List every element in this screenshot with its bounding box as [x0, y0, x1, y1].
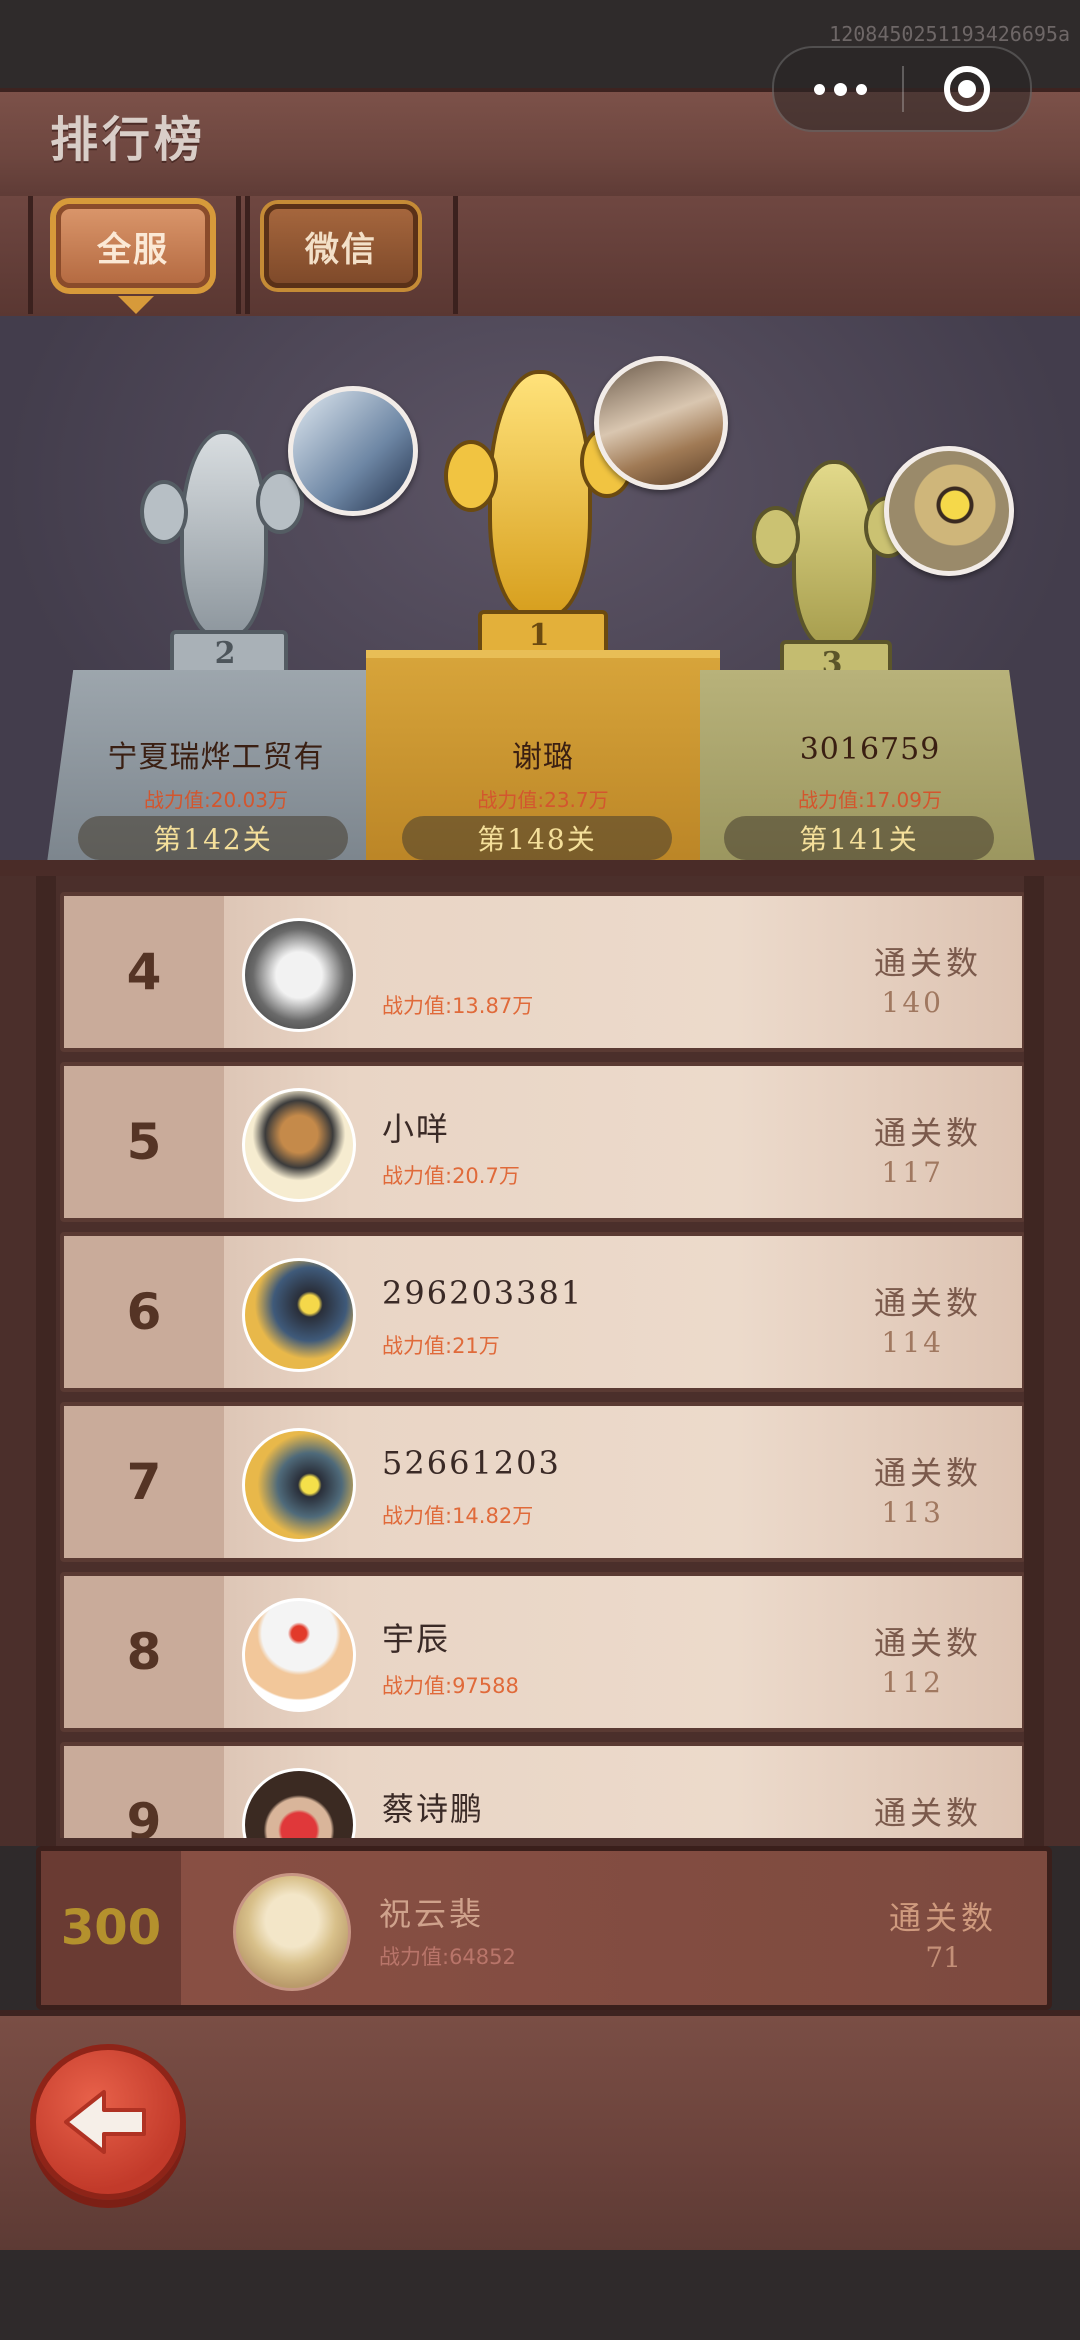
rank-number: 7 [64, 1406, 224, 1558]
my-power: 战力值:64852 [379, 1945, 516, 1969]
avatar-gold[interactable] [594, 356, 728, 490]
clear-count-value: 114 [881, 1326, 944, 1359]
player-power: 战力值:20.7万 [382, 1164, 520, 1188]
medic-helmet-icon[interactable] [242, 1598, 356, 1712]
list-rail [36, 876, 56, 1846]
list-item[interactable]: 9 蔡诗鹏 通关数 [60, 1742, 1024, 1838]
cartoon-fish-icon[interactable] [242, 1258, 356, 1372]
gold-player-name: 谢璐 [512, 740, 574, 775]
player-name: 296203381 [382, 1274, 584, 1312]
clear-count-value: 117 [881, 1156, 944, 1189]
player-power: 战力值:14.82万 [382, 1504, 534, 1528]
miniprogram-capsule [772, 46, 1032, 132]
list-item[interactable]: 6 296203381 战力值:21万 通关数 114 [60, 1232, 1024, 1392]
list-item[interactable]: 8 宇辰 战力值:97588 通关数 112 [60, 1572, 1024, 1732]
page-title: 排行榜 [50, 112, 207, 168]
rank-number: 9 [64, 1746, 224, 1838]
player-name: 宇辰 [382, 1620, 451, 1658]
silver-player-power: 战力值:20.03万 [144, 788, 288, 812]
my-rank-row[interactable]: 300 祝云裴 战力值:64852 通关数 71 [36, 1846, 1052, 2010]
rank-number: 6 [64, 1236, 224, 1388]
avatar-bronze[interactable] [884, 446, 1014, 576]
player-name: 小咩 [382, 1110, 451, 1148]
list-item[interactable]: 5 小咩 战力值:20.7万 通关数 117 [60, 1062, 1024, 1222]
clear-count-value: 112 [881, 1666, 944, 1699]
cartoon-fish-icon[interactable] [242, 1428, 356, 1542]
list-item[interactable]: 4 战力值:13.87万 通关数 140 [60, 892, 1024, 1052]
player-power: 战力值:13.87万 [382, 994, 534, 1018]
my-clear-count-label: 通关数 [888, 1899, 997, 1937]
back-arrow-icon [64, 2090, 146, 2154]
silver-rank-number: 2 [214, 636, 236, 671]
gold-player-power: 战力值:23.7万 [477, 788, 609, 812]
clear-count-label: 通关数 [873, 1454, 982, 1492]
back-button[interactable] [30, 2044, 186, 2200]
bronze-player-level: 第141关 [724, 816, 994, 860]
tab-all-server[interactable]: 全服 [56, 204, 210, 288]
player-name: 蔡诗鹏 [382, 1790, 485, 1828]
rank-number: 8 [64, 1576, 224, 1728]
child-photo-icon[interactable] [242, 1768, 356, 1838]
clear-count-value: 140 [881, 986, 944, 1019]
bronze-player-name: 3016759 [799, 732, 941, 767]
player-power: 战力值:21万 [382, 1334, 500, 1358]
clear-count-label: 通关数 [873, 944, 982, 982]
tab-wechat[interactable]: 微信 [264, 204, 418, 288]
silver-player-name: 宁夏瑞烨工贸有 [107, 740, 325, 775]
my-rank-number: 300 [41, 1851, 181, 2005]
list-item[interactable]: 7 52661203 战力值:14.82万 通关数 113 [60, 1402, 1024, 1562]
silver-trophy-icon: 2 [140, 430, 310, 688]
more-menu-button[interactable] [794, 62, 884, 116]
anime-boy-icon[interactable] [242, 1088, 356, 1202]
home-indicator-bar [0, 2250, 1080, 2340]
list-rail [1024, 876, 1044, 1846]
close-miniprogram-button[interactable] [922, 62, 1012, 116]
clear-count-value: 113 [881, 1496, 944, 1529]
clear-count-label: 通关数 [873, 1284, 982, 1322]
moon-autumn-icon[interactable] [242, 918, 356, 1032]
build-id: 1208450251193426695a [829, 22, 1070, 46]
clear-count-label: 通关数 [873, 1794, 982, 1832]
bronze-player-power: 战力值:17.09万 [798, 788, 942, 812]
gold-rank-number: 1 [528, 618, 550, 653]
silver-player-level: 第142关 [78, 816, 348, 860]
rank-number: 5 [64, 1066, 224, 1218]
stage-floor [0, 860, 1080, 876]
my-clear-count-value: 71 [925, 1941, 961, 1974]
tab-row: 全服 微信 [0, 196, 1080, 321]
ranking-list[interactable]: 4 战力值:13.87万 通关数 140 5 小咩 战力值:20.7万 通关数 … [56, 888, 1024, 1838]
my-name: 祝云裴 [379, 1895, 485, 1933]
my-avatar[interactable] [233, 1873, 351, 1991]
player-power: 战力值:97588 [382, 1674, 519, 1698]
clear-count-label: 通关数 [873, 1624, 982, 1662]
gold-player-level: 第148关 [402, 816, 672, 860]
active-tab-indicator [118, 296, 154, 314]
avatar-silver[interactable] [288, 386, 418, 516]
capsule-divider [902, 66, 904, 112]
clear-count-label: 通关数 [873, 1114, 982, 1152]
player-name: 52661203 [382, 1444, 561, 1482]
rank-number: 4 [64, 896, 224, 1048]
